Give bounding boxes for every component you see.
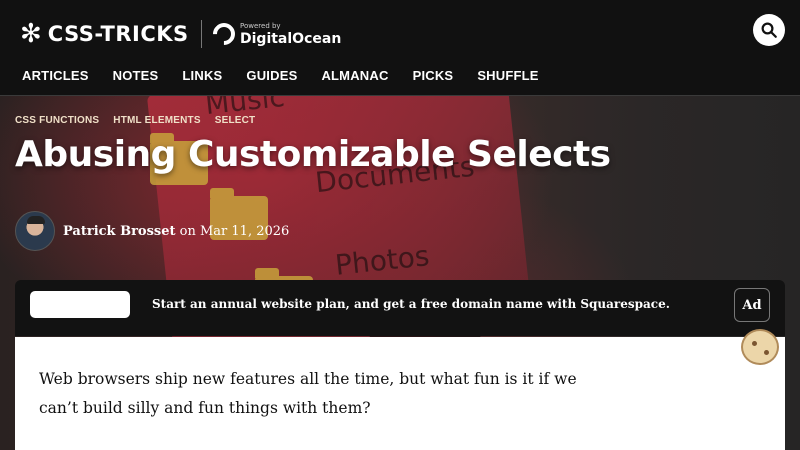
byline: Patrick Brosset on Mar 11, 2026 <box>15 211 289 251</box>
nav-item-links[interactable]: LINKS <box>182 68 222 83</box>
publish-date: Mar 11, 2026 <box>200 223 290 239</box>
site-header: ✻ CSS-TRICKS Powered by DigitalOcean ART… <box>0 0 800 96</box>
nav-item-shuffle[interactable]: SHUFFLE <box>477 68 538 83</box>
author-name[interactable]: Patrick Brosset <box>63 224 176 239</box>
tag-select[interactable]: SELECT <box>215 115 256 126</box>
main-nav: ARTICLES NOTES LINKS GUIDES ALMANAC PICK… <box>22 68 539 83</box>
tag-css-functions[interactable]: CSS FUNCTIONS <box>15 115 99 126</box>
ad-logo <box>30 291 130 318</box>
logo-divider <box>201 20 202 48</box>
article-paragraph: Web browsers ship new features all the t… <box>39 370 577 417</box>
ad-text[interactable]: Start an annual website plan, and get a … <box>152 297 670 311</box>
search-icon <box>761 22 777 38</box>
sponsor-powered-label: Powered by <box>240 21 281 30</box>
sponsor-name: DigitalOcean <box>240 30 342 47</box>
article-body: Web browsers ship new features all the t… <box>15 337 785 450</box>
article-title: Abusing Customizable Selects <box>15 134 611 175</box>
tag-html-elements[interactable]: HTML ELEMENTS <box>113 115 200 126</box>
nav-item-guides[interactable]: GUIDES <box>246 68 297 83</box>
article-tags: CSS FUNCTIONS HTML ELEMENTS SELECT <box>15 115 255 126</box>
nav-item-picks[interactable]: PICKS <box>413 68 454 83</box>
ad-banner[interactable]: Start an annual website plan, and get a … <box>15 280 785 336</box>
asterisk-icon: ✻ <box>20 19 42 49</box>
nav-item-notes[interactable]: NOTES <box>113 68 159 83</box>
author-avatar[interactable] <box>15 211 55 251</box>
date-prefix: on <box>179 223 196 239</box>
nav-item-almanac[interactable]: ALMANAC <box>321 68 388 83</box>
search-button[interactable] <box>753 14 785 46</box>
ad-badge[interactable]: Ad <box>734 288 770 322</box>
sponsor-link[interactable]: Powered by DigitalOcean <box>208 18 342 50</box>
nav-item-articles[interactable]: ARTICLES <box>22 68 89 83</box>
cookie-icon[interactable] <box>741 329 779 365</box>
digitalocean-icon <box>208 18 240 50</box>
site-logo[interactable]: ✻ CSS-TRICKS <box>20 20 189 48</box>
logo-text: CSS-TRICKS <box>47 22 189 46</box>
